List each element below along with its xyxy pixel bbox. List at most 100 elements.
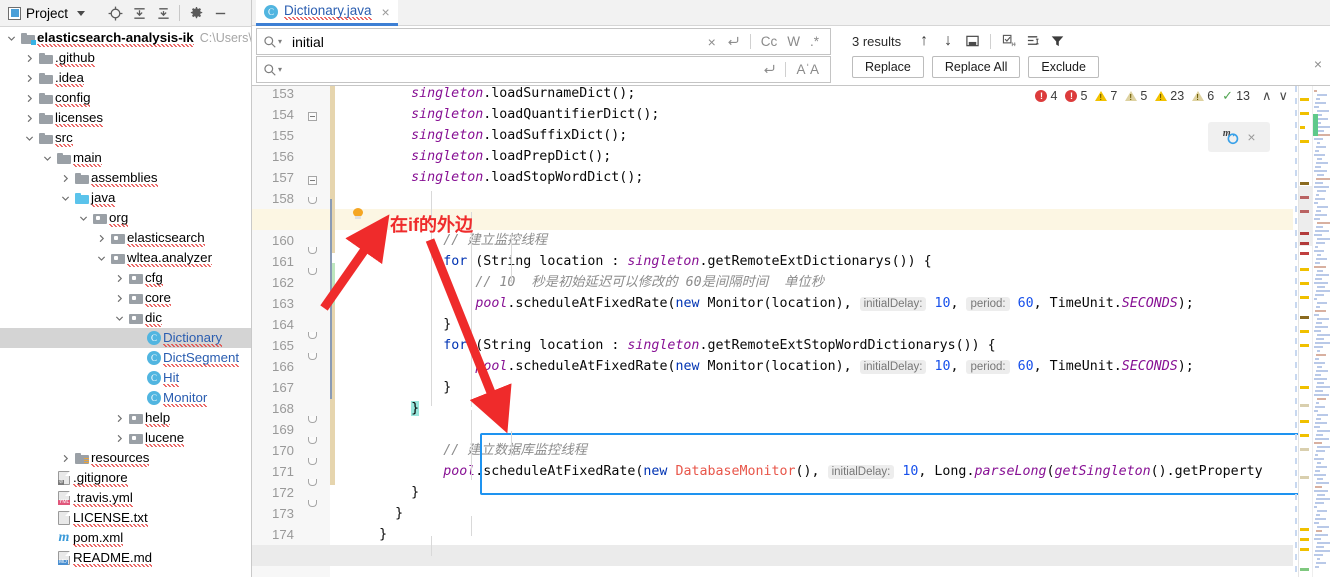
close-find-panel-icon[interactable]: × — [1314, 56, 1322, 72]
code-fold-marker[interactable] — [308, 458, 317, 465]
code-fold-marker[interactable] — [308, 176, 317, 185]
project-view-selector[interactable]: Project — [4, 4, 89, 23]
code-line[interactable]: singleton.loadQuantifierDict(); — [335, 104, 1293, 125]
error-stripe-mark[interactable] — [1300, 538, 1309, 541]
error-stripe-mark[interactable] — [1300, 316, 1309, 319]
sidebar-item-java[interactable]: java — [0, 188, 251, 208]
sidebar-item-dictsegment[interactable]: C DictSegment — [0, 348, 251, 368]
error-stripe-mark[interactable] — [1300, 182, 1309, 185]
project-tree[interactable]: elasticsearch-analysis-ik C:\Users\ .githu… — [0, 28, 251, 577]
expand-arrow-icon[interactable] — [4, 34, 19, 43]
expand-arrow-icon[interactable] — [58, 194, 73, 203]
inspection-weak-count[interactable]: 5 — [1125, 89, 1147, 103]
sidebar-item-idea[interactable]: .idea — [0, 68, 251, 88]
sidebar-item-config[interactable]: config — [0, 88, 251, 108]
inspection-widget[interactable]: !4!575236✓13∧∨ — [1035, 88, 1288, 104]
code-editor[interactable]: 1531541551561571581591601611621631641651… — [252, 86, 1330, 577]
sidebar-item-core[interactable]: core — [0, 288, 251, 308]
error-stripe-mark[interactable] — [1300, 296, 1309, 299]
error-stripe-mark[interactable] — [1300, 268, 1309, 271]
sidebar-item-gitignore[interactable]: ⊘ .gitignore — [0, 468, 251, 488]
sidebar-item-cfg[interactable]: cfg — [0, 268, 251, 288]
expand-arrow-icon[interactable] — [22, 74, 37, 83]
code-line[interactable]: } — [335, 314, 1293, 335]
sidebar-item-help[interactable]: help — [0, 408, 251, 428]
expand-arrow-icon[interactable] — [22, 94, 37, 103]
clear-search-icon[interactable]: × — [701, 32, 723, 52]
expand-arrow-icon[interactable] — [22, 114, 37, 123]
match-case-toggle[interactable]: Cc — [756, 34, 783, 49]
vcs-change-marker[interactable] — [330, 395, 335, 485]
sidebar-item-main[interactable]: main — [0, 148, 251, 168]
code-fold-marker[interactable] — [308, 112, 317, 121]
expand-arrow-icon[interactable] — [76, 214, 91, 223]
error-stripe-mark[interactable] — [1300, 330, 1309, 333]
sidebar-item-monitor[interactable]: C Monitor — [0, 388, 251, 408]
sidebar-item-hit[interactable]: C Hit — [0, 368, 251, 388]
expand-arrow-icon[interactable] — [112, 434, 127, 443]
expand-arrow-icon[interactable] — [112, 294, 127, 303]
search-field-row[interactable]: ▾ × Cc W .* — [256, 28, 831, 55]
inspection-warning-count[interactable]: 7 — [1095, 89, 1117, 103]
sidebar-item-travis-yml[interactable]: YML .travis.yml — [0, 488, 251, 508]
expand-arrow-icon[interactable] — [22, 54, 37, 63]
select-all-occurrences-icon[interactable] — [961, 31, 983, 51]
code-fold-marker[interactable] — [308, 332, 317, 339]
code-line[interactable]: // 建立监控线程 — [335, 230, 1293, 251]
sidebar-item-src[interactable]: src — [0, 128, 251, 148]
sidebar-item-wltea-analyzer[interactable]: wltea.analyzer — [0, 248, 251, 268]
expand-arrow-icon[interactable] — [112, 274, 127, 283]
exclude-button[interactable]: Exclude — [1028, 56, 1099, 78]
error-stripe-mark[interactable] — [1300, 476, 1309, 479]
code-line[interactable]: } — [335, 503, 1293, 524]
search-history-icon[interactable] — [723, 32, 745, 52]
sidebar-item-elasticsearch-analysis-ik[interactable]: elasticsearch-analysis-ik C:\Users\ — [0, 28, 251, 48]
sidebar-item-licenses[interactable]: licenses — [0, 108, 251, 128]
code-line[interactable]: } — [335, 398, 1293, 419]
error-stripe-mark[interactable] — [1300, 344, 1309, 347]
inspection-typo-count[interactable]: ✓ 13 — [1222, 88, 1250, 104]
error-stripe-mark[interactable] — [1300, 386, 1309, 389]
error-stripe-mark[interactable] — [1300, 420, 1309, 423]
whole-words-toggle[interactable]: W — [782, 34, 805, 49]
sidebar-item-elasticsearch[interactable]: elasticsearch — [0, 228, 251, 248]
error-stripe-mark[interactable] — [1300, 140, 1309, 143]
code-fold-marker[interactable] — [308, 197, 317, 204]
inspection-error-count[interactable]: ! 4 — [1035, 89, 1057, 103]
inspection-error-count[interactable]: ! 5 — [1065, 89, 1087, 103]
sidebar-item-dictionary[interactable]: C Dictionary — [0, 328, 251, 348]
code-line[interactable]: singleton.loadPrepDict(); — [335, 146, 1293, 167]
in-selection-icon[interactable] — [1022, 31, 1044, 51]
expand-arrow-icon[interactable] — [112, 314, 127, 323]
code-fold-marker[interactable] — [308, 479, 317, 486]
code-fold-marker[interactable] — [308, 268, 317, 275]
error-stripe-mark[interactable] — [1300, 404, 1309, 407]
sidebar-item-dic[interactable]: dic — [0, 308, 251, 328]
error-stripe-mark[interactable] — [1300, 448, 1309, 451]
editor-scrollbar-thumb[interactable] — [1299, 186, 1313, 246]
expand-arrow-icon[interactable] — [22, 134, 37, 143]
regex-toggle[interactable]: .* — [805, 34, 824, 49]
close-icon[interactable]: × — [382, 4, 390, 20]
error-stripe-mark[interactable] — [1300, 98, 1309, 101]
filter-comments-icon[interactable] — [998, 31, 1020, 51]
sidebar-item-assemblies[interactable]: assemblies — [0, 168, 251, 188]
replace-history-icon[interactable] — [758, 60, 780, 80]
tab-dictionary-java[interactable]: C Dictionary.java × — [256, 0, 398, 26]
expand-arrow-icon[interactable] — [94, 234, 109, 243]
sidebar-item-github[interactable]: .github — [0, 48, 251, 68]
code-line[interactable]: singleton.loadStopWordDict(); — [335, 167, 1293, 188]
sidebar-item-readme-md[interactable]: MD README.md — [0, 548, 251, 568]
inspection-weak-count[interactable]: 6 — [1192, 89, 1214, 103]
code-line[interactable]: } — [335, 377, 1293, 398]
code-line[interactable]: // 10 秒是初始延迟可以修改的 60是间隔时间 单位秒 — [335, 272, 1293, 293]
maven-reload-widget[interactable]: m × — [1208, 122, 1270, 152]
expand-arrow-icon[interactable] — [40, 154, 55, 163]
chevron-down-icon[interactable] — [77, 10, 86, 16]
code-fold-marker[interactable] — [308, 416, 317, 423]
inspection-next-icon[interactable]: ∨ — [1278, 88, 1288, 104]
error-stripe-mark[interactable] — [1300, 528, 1309, 531]
sidebar-item-resources[interactable]: resources — [0, 448, 251, 468]
sidebar-item-license-txt[interactable]: LICENSE.txt — [0, 508, 251, 528]
error-stripe-mark[interactable] — [1300, 252, 1309, 255]
